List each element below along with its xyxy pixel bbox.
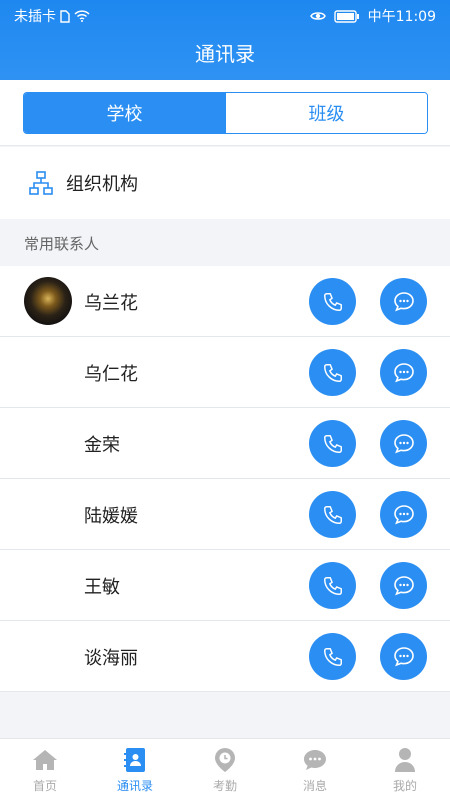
message-icon (304, 750, 326, 770)
tab-home[interactable]: 首页 (0, 739, 90, 800)
clock-text: 中午11:09 (367, 9, 436, 25)
contacts-icon (124, 748, 145, 772)
message-button[interactable] (380, 349, 427, 396)
org-chart-icon (29, 171, 53, 195)
segment-control-bar: 学校 班级 (0, 80, 450, 146)
sim-icon (60, 9, 70, 23)
message-button[interactable] (380, 633, 427, 680)
message-button[interactable] (380, 420, 427, 467)
tab-label: 消息 (302, 779, 327, 793)
call-button[interactable] (309, 349, 356, 396)
wifi-icon (74, 10, 90, 22)
carrier-text: 未插卡 (14, 9, 56, 25)
tab-attendance[interactable]: 考勤 (180, 739, 270, 800)
phone-icon (323, 292, 342, 311)
message-button[interactable] (380, 278, 427, 325)
contact-name: 乌兰花 (84, 293, 138, 314)
list-item[interactable]: 陆媛媛 (0, 479, 450, 550)
message-button[interactable] (380, 491, 427, 538)
contact-name: 陆媛媛 (84, 506, 138, 527)
tab-school[interactable]: 学校 (24, 93, 225, 133)
message-button[interactable] (380, 562, 427, 609)
tab-profile[interactable]: 我的 (360, 739, 450, 800)
call-button[interactable] (309, 633, 356, 680)
tab-label: 通讯录 (116, 779, 153, 793)
org-structure-label: 组织机构 (66, 174, 138, 195)
list-item[interactable]: 金荣 (0, 408, 450, 479)
list-item[interactable]: 王敏 (0, 550, 450, 621)
section-title: 常用联系人 (24, 235, 100, 253)
chat-bubble-icon (393, 575, 414, 595)
eye-icon (309, 12, 326, 20)
chat-bubble-icon (393, 504, 414, 524)
chat-bubble-icon (393, 291, 414, 311)
call-button[interactable] (309, 278, 356, 325)
call-button[interactable] (309, 562, 356, 609)
tab-messages[interactable]: 消息 (270, 739, 360, 800)
status-bar: 未插卡 中午11:09 (0, 0, 450, 30)
tab-label: 我的 (392, 779, 417, 793)
chat-bubble-icon (393, 433, 414, 453)
phone-icon (323, 363, 342, 382)
home-icon (33, 750, 57, 770)
list-item[interactable]: 乌仁花 (0, 337, 450, 408)
avatar (24, 277, 72, 325)
profile-icon (395, 748, 415, 772)
top-bar: 未插卡 中午11:09 通讯录 (0, 0, 450, 80)
tab-label: 首页 (32, 779, 57, 793)
page-title: 通讯录 (195, 42, 255, 66)
phone-icon (323, 576, 342, 595)
contact-name: 金荣 (84, 435, 120, 456)
contact-name: 谈海丽 (84, 648, 138, 669)
chat-bubble-icon (393, 646, 414, 666)
contact-list: 乌兰花 乌仁花 金荣 陆媛媛 王敏 谈海丽 (0, 266, 450, 692)
tab-contacts[interactable]: 通讯录 (90, 739, 180, 800)
chat-bubble-icon (393, 362, 414, 382)
phone-icon (323, 505, 342, 524)
battery-icon (333, 9, 359, 23)
contact-name: 乌仁花 (84, 364, 138, 385)
list-item[interactable]: 谈海丽 (0, 621, 450, 692)
tab-class[interactable]: 班级 (225, 93, 427, 133)
phone-icon (323, 434, 342, 453)
list-item[interactable]: 乌兰花 (0, 266, 450, 337)
contact-name: 王敏 (84, 577, 120, 598)
bottom-tab-bar: 首页 通讯录 考勤 消息 我的 (0, 738, 450, 800)
phone-icon (323, 647, 342, 666)
attendance-icon (215, 748, 235, 772)
tab-label: 考勤 (212, 779, 237, 793)
section-header: 常用联系人 (0, 219, 450, 266)
call-button[interactable] (309, 420, 356, 467)
org-structure-row[interactable]: 组织机构 (0, 147, 450, 219)
segment-control: 学校 班级 (23, 92, 428, 134)
call-button[interactable] (309, 491, 356, 538)
